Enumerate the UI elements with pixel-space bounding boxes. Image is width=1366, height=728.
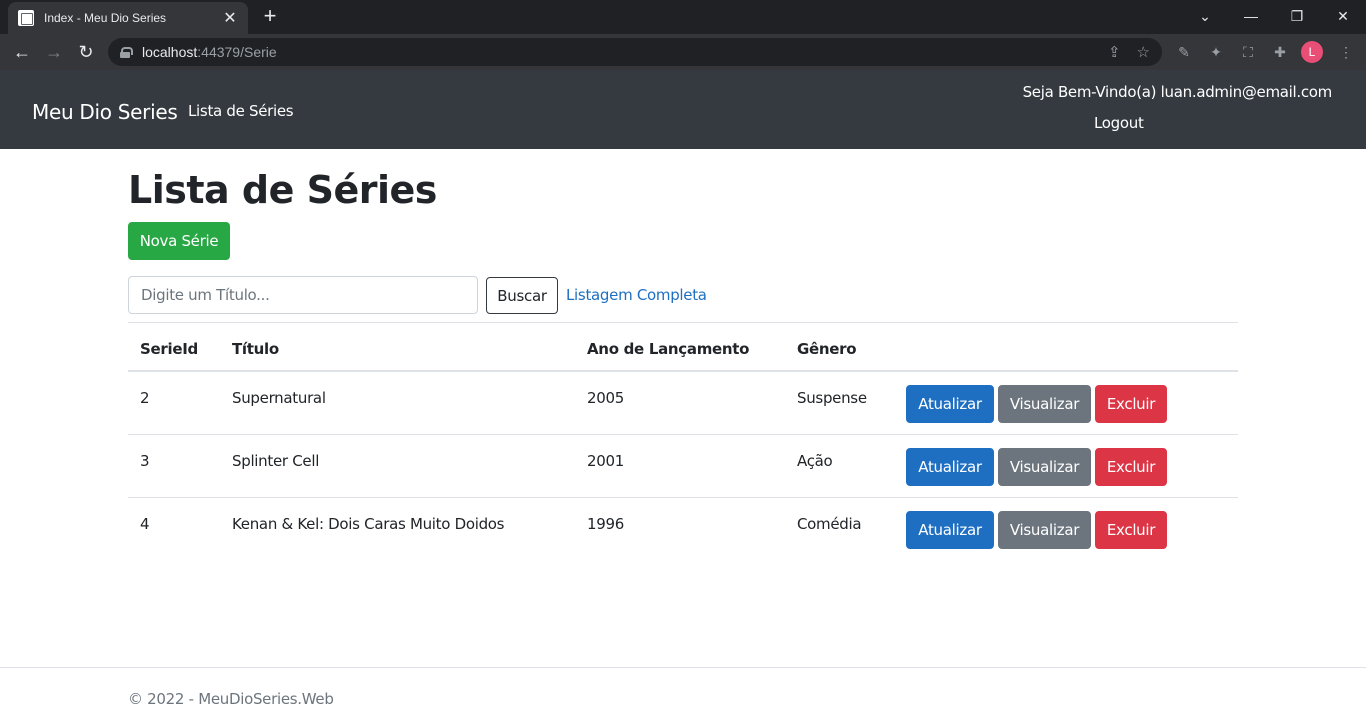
browser-tabstrip: Index - Meu Dio Series ✕ + ⌄ — ❐ ✕ [0,0,1366,34]
cell-ano: 1996 [587,515,624,533]
minimize-icon[interactable]: — [1228,0,1274,32]
update-button[interactable]: Atualizar [906,448,994,486]
brand-link[interactable]: Meu Dio Series [32,100,178,124]
cell-id: 3 [140,452,150,470]
header-ano: Ano de Lançamento [587,340,750,358]
footer-copyright: © 2022 - MeuDioSeries.Web [128,690,334,708]
restore-icon[interactable]: ❐ [1274,0,1320,32]
browser-tab[interactable]: Index - Meu Dio Series ✕ [8,2,248,34]
lock-icon [120,46,133,58]
cell-id: 4 [140,515,150,533]
new-series-button[interactable]: Nova Série [128,222,230,260]
cell-titulo: Supernatural [232,389,326,407]
page-favicon-icon [18,10,34,26]
update-button[interactable]: Atualizar [906,511,994,549]
browser-menu-icon[interactable]: ⋮ [1336,42,1356,62]
search-input[interactable] [128,276,478,314]
new-tab-icon[interactable]: + [258,5,282,29]
view-button[interactable]: Visualizar [998,511,1091,549]
tab-close-icon[interactable]: ✕ [222,8,238,28]
tab-search-icon[interactable]: ⌄ [1182,0,1228,32]
header-genero: Gênero [797,340,857,358]
cell-titulo: Kenan & Kel: Dois Caras Muito Doidos [232,515,505,533]
view-button[interactable]: Visualizar [998,448,1091,486]
reload-icon[interactable]: ↻ [74,40,98,64]
page-footer: © 2022 - MeuDioSeries.Web [0,667,1366,728]
cell-genero: Suspense [797,389,867,407]
view-button[interactable]: Visualizar [998,385,1091,423]
update-button[interactable]: Atualizar [906,385,994,423]
extension-pen-icon[interactable]: ✎ [1174,42,1194,62]
full-list-link[interactable]: Listagem Completa [566,286,707,304]
series-table: SerieId Título Ano de Lançamento Gênero … [128,322,1238,561]
search-button[interactable]: Buscar [486,277,558,314]
header-titulo: Título [232,340,279,358]
header-serieid: SerieId [140,340,198,358]
cell-ano: 2001 [587,452,624,470]
extension-screenshot-icon[interactable]: ⛶ [1238,42,1258,62]
close-window-icon[interactable]: ✕ [1320,0,1366,32]
address-bar[interactable]: localhost:44379/Serie ⇪ ☆ [108,38,1162,66]
nav-link-lista-series[interactable]: Lista de Séries [188,102,294,120]
cell-genero: Comédia [797,515,862,533]
table-row: 2 Supernatural 2005 Suspense Atualizar V… [128,372,1238,435]
cell-genero: Ação [797,452,833,470]
table-row: 3 Splinter Cell 2001 Ação Atualizar Visu… [128,435,1238,498]
extensions-puzzle-icon[interactable]: ✚ [1270,42,1290,62]
cell-id: 2 [140,389,150,407]
delete-button[interactable]: Excluir [1095,385,1167,423]
extension-ninja-icon[interactable]: ✦ [1206,42,1226,62]
logout-link[interactable]: Logout [1094,114,1144,132]
forward-icon[interactable]: → [42,40,66,64]
table-row: 4 Kenan & Kel: Dois Caras Muito Doidos 1… [128,498,1238,561]
url-path: :44379/Serie [197,44,277,60]
delete-button[interactable]: Excluir [1095,511,1167,549]
profile-avatar[interactable]: L [1301,41,1323,63]
app-navbar: Meu Dio Series Lista de Séries Seja Bem-… [0,70,1366,149]
browser-toolbar: ← → ↻ localhost:44379/Serie ⇪ ☆ ✎ ✦ ⛶ ✚ … [0,34,1366,70]
back-icon[interactable]: ← [10,40,34,64]
tab-title: Index - Meu Dio Series [44,11,167,25]
table-header: SerieId Título Ano de Lançamento Gênero [128,322,1238,372]
delete-button[interactable]: Excluir [1095,448,1167,486]
cell-titulo: Splinter Cell [232,452,320,470]
page-title: Lista de Séries [128,168,437,212]
cell-ano: 2005 [587,389,624,407]
welcome-text: Seja Bem-Vindo(a) luan.admin@email.com [1022,83,1333,101]
url-host: localhost [142,44,198,60]
share-icon[interactable]: ⇪ [1108,43,1121,61]
bookmark-star-icon[interactable]: ☆ [1137,43,1150,61]
